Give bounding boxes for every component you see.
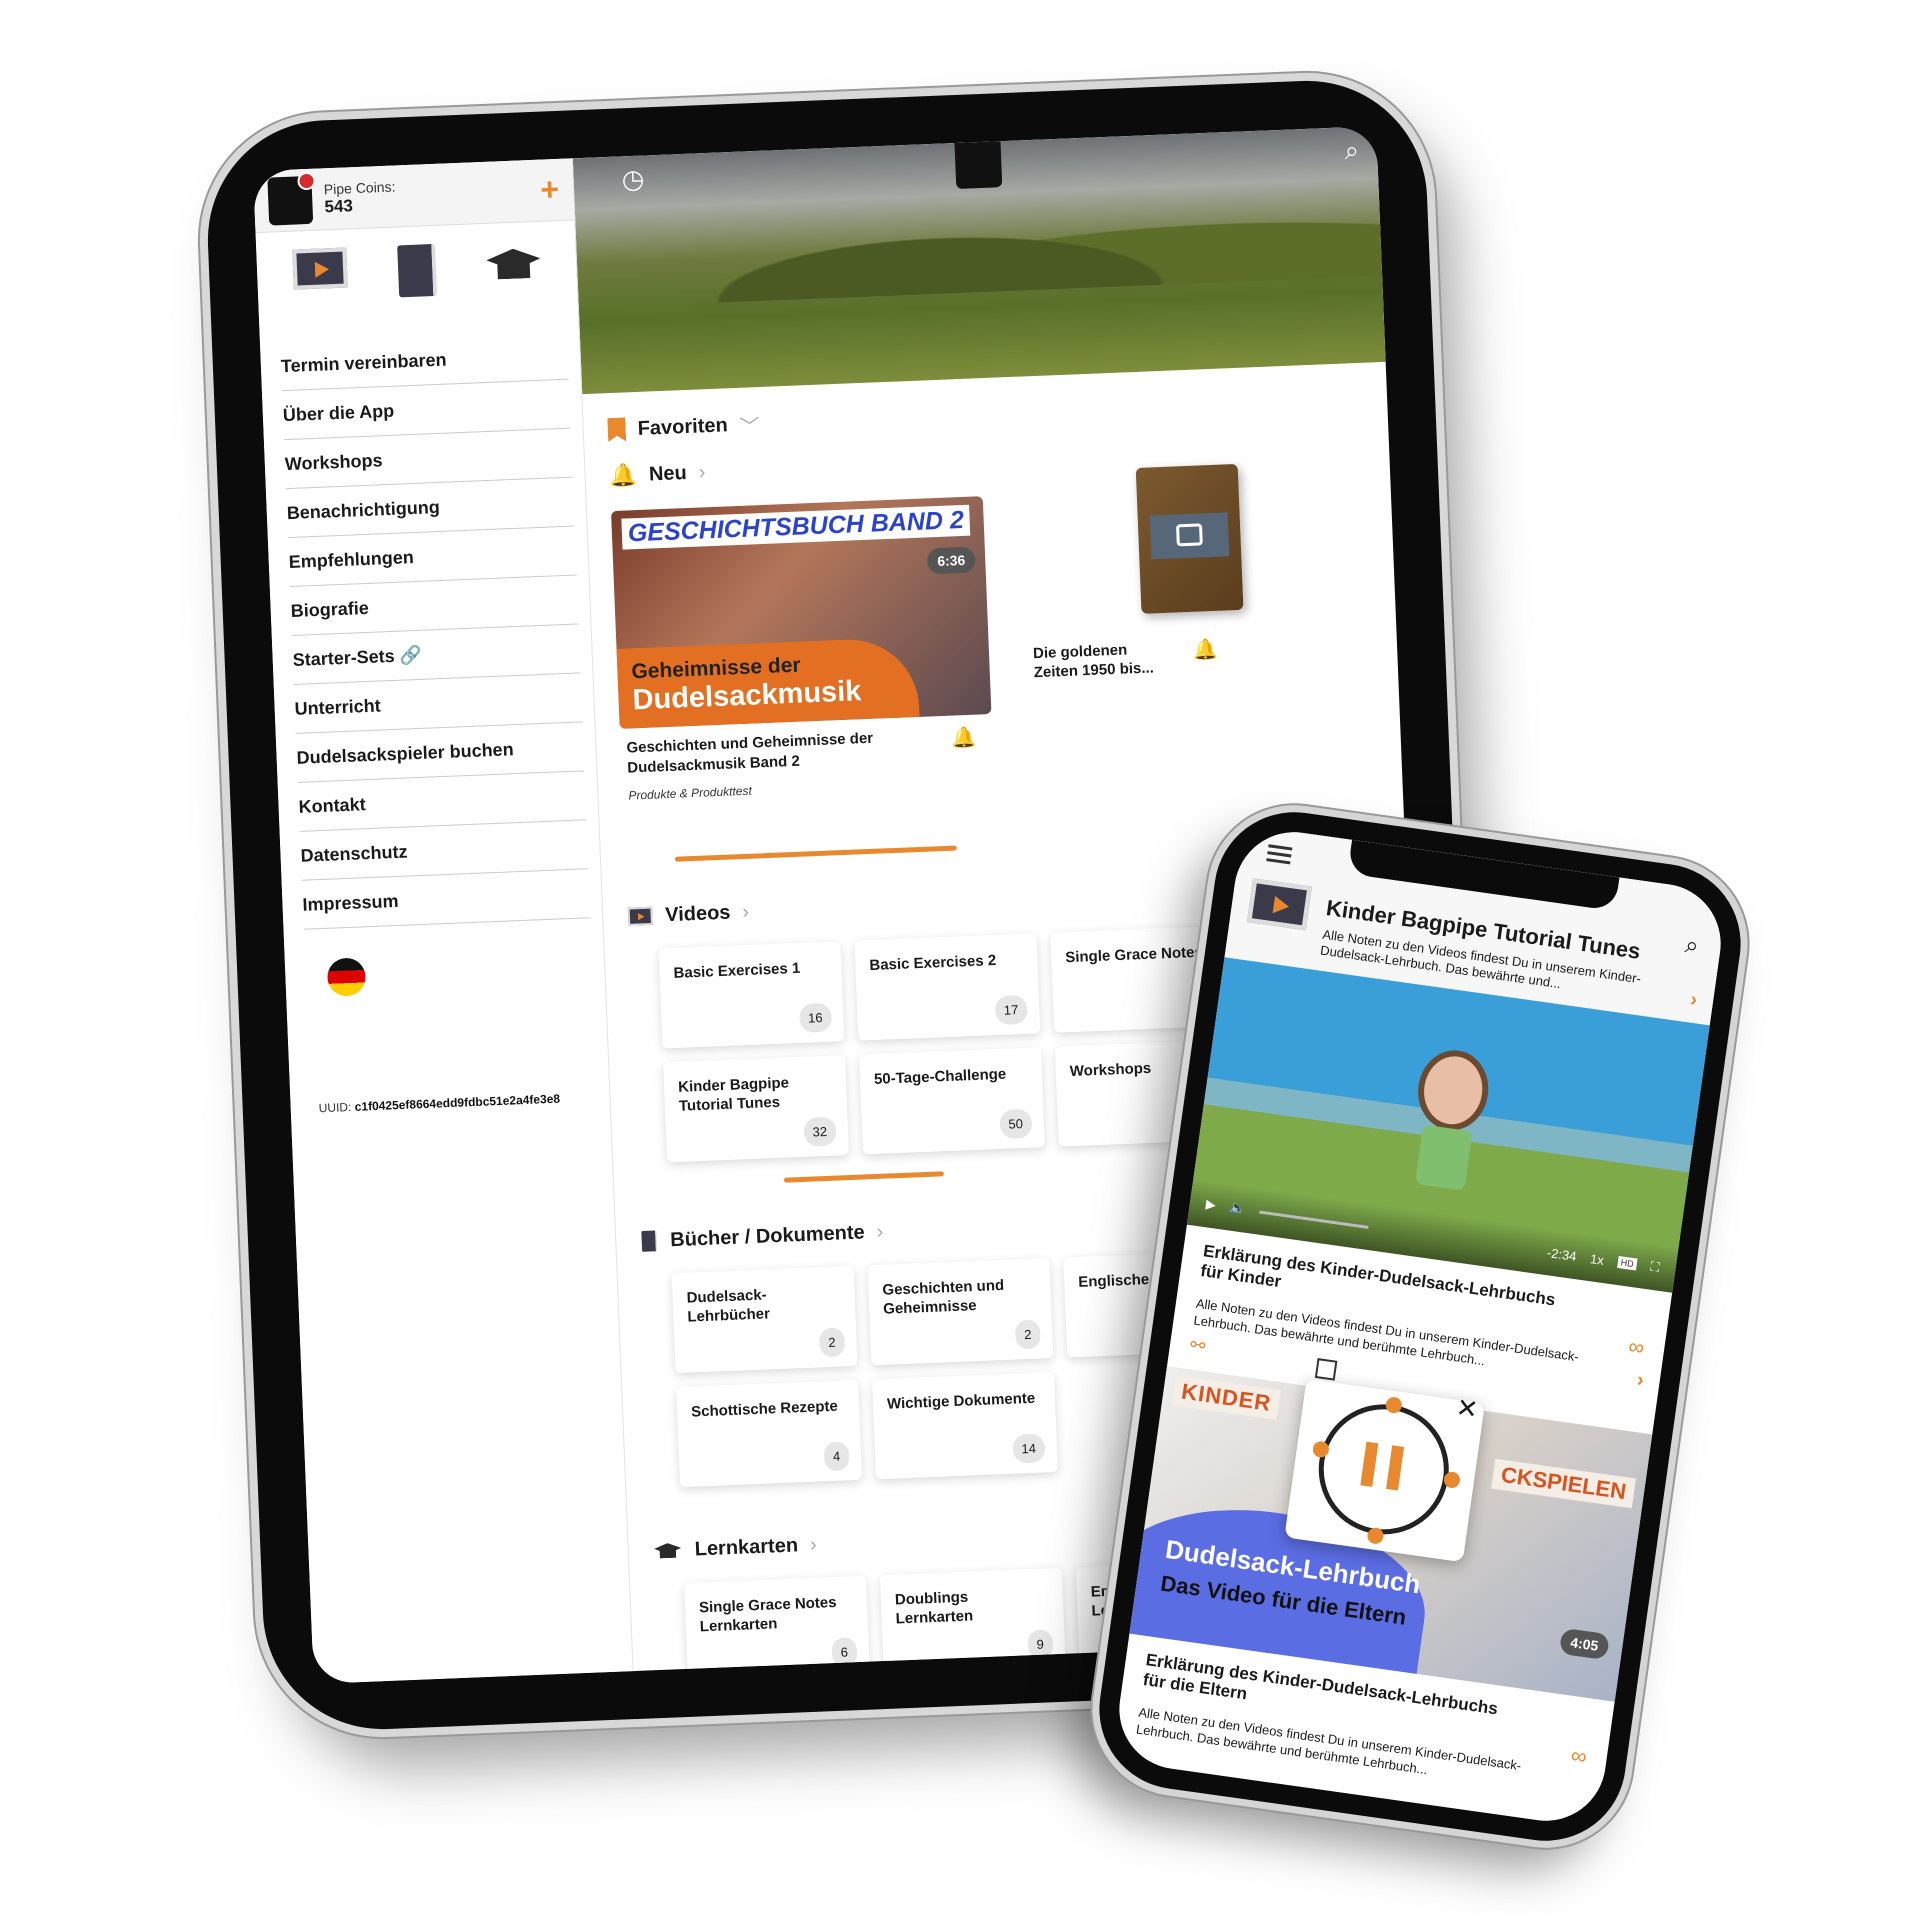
tile-label: Dudelsack-Lehrbücher — [686, 1286, 771, 1326]
chevron-right-icon[interactable]: › — [1635, 1369, 1646, 1393]
count-badge: 50 — [998, 1108, 1033, 1139]
header-logo — [954, 141, 1003, 189]
chevron-right-icon: › — [741, 900, 750, 923]
video-icon — [627, 906, 653, 926]
tile-label: Geschichten und Geheimnisse — [882, 1276, 1005, 1318]
category-tile[interactable]: Doublings Lernkarten 9 — [879, 1567, 1066, 1672]
thumbnail-banner-left: KINDER — [1171, 1375, 1282, 1420]
category-tile[interactable]: Geschichten und Geheimnisse 2 — [867, 1258, 1054, 1366]
book-cover[interactable] — [1135, 463, 1244, 614]
time-remaining: -2:34 — [1546, 1244, 1578, 1264]
graduation-cap-icon — [654, 1543, 682, 1559]
video-title[interactable]: Geschichten und Geheimnisse der Dudelsac… — [626, 727, 927, 779]
phone-screen: ⌕ Kinder Bagpipe Tutorial Tunes Alle Not… — [1111, 824, 1729, 1829]
loop-icon[interactable]: ∞ — [1627, 1333, 1646, 1361]
tile-label: 50-Tage-Challenge — [873, 1065, 1007, 1088]
notification-bell-icon[interactable]: 🔔 — [951, 725, 977, 751]
count-badge: 32 — [803, 1116, 837, 1147]
chevron-right-icon: › — [876, 1220, 884, 1243]
tile-label: Kinder Bagpipe Tutorial Tunes — [677, 1074, 790, 1115]
video-category: Produkte & Produkttest — [628, 783, 753, 803]
bookmark-icon — [607, 417, 626, 442]
count-badge: 6 — [831, 1637, 858, 1668]
tile-label: Doublings Lernkarten — [894, 1588, 974, 1628]
count-badge: 4 — [823, 1441, 850, 1472]
character-body — [1414, 1124, 1473, 1191]
category-tile[interactable]: Basic Exercises 2 17 — [854, 933, 1041, 1041]
fullscreen-icon[interactable]: ⛶ — [1649, 1259, 1661, 1276]
count-badge: 2 — [1014, 1319, 1041, 1350]
tile-label: Single Grace Notes Lernkarten — [698, 1593, 837, 1636]
video-thumbnail[interactable]: GESCHICHTSBUCH BAND 2 6:36 Geheimnisse d… — [611, 496, 992, 729]
play-icon[interactable]: ▶ — [1205, 1196, 1217, 1213]
hamburger-menu-icon[interactable] — [1268, 844, 1293, 851]
loop-icon[interactable]: ∞ — [1569, 1742, 1588, 1770]
count-badge: 17 — [994, 994, 1028, 1026]
thumbnail-banner-right: CKSPIELEN — [1491, 1458, 1636, 1509]
book-icon — [641, 1230, 658, 1252]
menu-item[interactable]: Impressum — [301, 869, 591, 930]
duration-badge: 6:36 — [926, 546, 976, 575]
lock-icon — [1175, 523, 1203, 547]
speed-button[interactable]: 1x — [1589, 1251, 1605, 1268]
clock-icon[interactable]: ◷ — [621, 163, 645, 195]
thumbnail-banner: GESCHICHTSBUCH BAND 2 — [621, 504, 971, 550]
category-tile[interactable]: Wichtige Dokumente 14 — [872, 1371, 1058, 1480]
add-coins-button[interactable]: + — [540, 171, 560, 209]
notification-bell-icon[interactable]: 🔔 — [1193, 637, 1219, 663]
book-title[interactable]: Die goldenen Zeiten 1950 bis... — [1033, 639, 1174, 683]
video-icon — [1246, 878, 1312, 931]
sidebar-menu: Termin vereinbaren Über die App Workshop… — [260, 330, 602, 930]
coins-value: 543 — [324, 195, 354, 216]
header-image: ◷ ⌕ — [572, 126, 1386, 395]
tile-label: Single Grace Notes — [1064, 943, 1204, 967]
category-tile[interactable]: Kinder Bagpipe Tutorial Tunes 32 — [663, 1055, 850, 1163]
book-icon[interactable] — [396, 243, 437, 298]
close-icon[interactable]: ✕ — [1454, 1392, 1480, 1426]
search-icon[interactable]: ⌕ — [1344, 135, 1360, 168]
progress-ring — [1310, 1395, 1458, 1543]
category-tile[interactable]: Dudelsack-Lehrbücher 2 — [671, 1265, 858, 1374]
uuid-label: UUID: — [318, 1099, 352, 1116]
tile-label: Basic Exercises 1 — [673, 959, 801, 982]
character-head — [1412, 1045, 1494, 1135]
category-tile[interactable]: Schottische Rezepte 4 — [676, 1379, 863, 1488]
chevron-down-icon: ﹀ — [739, 415, 761, 439]
tile-label: Wichtige Dokumente — [886, 1389, 1036, 1413]
count-badge: 16 — [798, 1002, 833, 1033]
tile-label: Schottische Rezepte — [690, 1397, 839, 1421]
duration-badge: 4:05 — [1558, 1627, 1610, 1661]
german-flag-icon[interactable] — [326, 957, 367, 997]
section-title: Favoriten — [637, 413, 729, 440]
tile-label: Basic Exercises 2 — [869, 951, 997, 975]
section-title: Videos — [664, 901, 731, 926]
progress-slider[interactable] — [1259, 1210, 1369, 1229]
category-tile[interactable]: Basic Exercises 1 16 — [658, 941, 845, 1049]
count-badge: 2 — [818, 1327, 846, 1358]
hd-button[interactable]: HD — [1616, 1255, 1638, 1271]
video-icon[interactable] — [291, 247, 348, 290]
uuid-value: c1f0425ef8664edd9fdbc51e2a4fe3e8 — [354, 1091, 561, 1114]
pip-icon[interactable] — [1314, 1358, 1338, 1381]
count-badge: 9 — [1027, 1629, 1054, 1660]
chevron-right-icon: › — [809, 1533, 818, 1556]
coins-label: Pipe Coins: — [323, 177, 396, 197]
uuid: UUID: c1f0425ef8664edd9fdbc51e2a4fe3e8 — [318, 1092, 560, 1116]
category-tile[interactable]: 50-Tage-Challenge 50 — [859, 1047, 1045, 1155]
section-title: Lernkarten — [694, 1533, 799, 1561]
sidebar: Pipe Coins: 543 + Termin vereinbaren Über… — [253, 158, 634, 1684]
chevron-right-icon[interactable]: › — [1689, 989, 1699, 1013]
graduation-cap-icon[interactable] — [486, 248, 541, 280]
app-logo — [267, 175, 314, 226]
section-title: Bücher / Dokumente — [669, 1220, 866, 1251]
tile-label: Workshops — [1069, 1059, 1152, 1081]
mini-player-popup: ✕ — [1284, 1358, 1485, 1563]
section-title: Neu — [648, 461, 688, 486]
bell-icon: 🔔 — [609, 462, 638, 489]
count-badge: 14 — [1011, 1433, 1046, 1464]
volume-icon[interactable]: 🔈 — [1229, 1199, 1247, 1217]
chevron-right-icon: › — [698, 460, 706, 484]
category-tile[interactable]: Single Grace Notes Lernkarten 6 — [684, 1575, 870, 1672]
